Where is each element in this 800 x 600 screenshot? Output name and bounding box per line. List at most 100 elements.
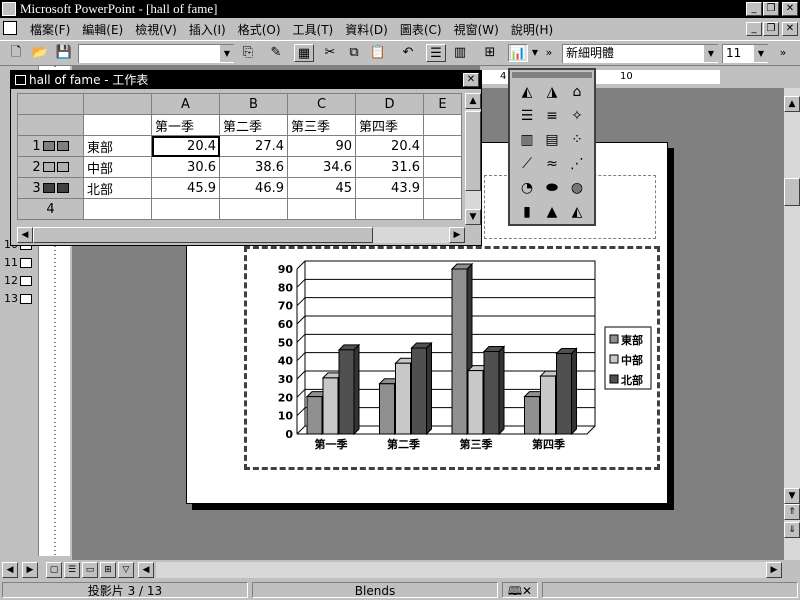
column-header[interactable]: D [355, 93, 424, 115]
doc-restore-button[interactable]: ❐ [763, 22, 779, 36]
column-header[interactable] [17, 93, 84, 115]
chevron-down-icon[interactable]: ▼ [704, 45, 718, 62]
chart-type-dropdown-icon[interactable]: ▼ [530, 44, 540, 62]
cell[interactable] [151, 198, 220, 220]
by-column-icon[interactable]: ▥ [450, 44, 470, 62]
slide-number[interactable]: 12 [0, 274, 18, 287]
open-icon[interactable]: 📂 [30, 44, 50, 62]
cell[interactable]: 中部 [83, 156, 152, 178]
scroll-down-button[interactable]: ▼ [784, 488, 800, 504]
scroll-down-button[interactable]: ▼ [465, 209, 481, 225]
cell[interactable] [83, 114, 152, 136]
row-header[interactable]: 3 [17, 177, 84, 199]
pie-chart-icon[interactable]: ◔ [516, 178, 538, 198]
cell[interactable]: 20.4 [355, 135, 424, 157]
scroll-left-button[interactable]: ◀ [2, 562, 18, 578]
3d-pie-chart-icon[interactable]: ⬬ [541, 178, 563, 198]
app-icon[interactable] [2, 2, 16, 16]
cell[interactable] [355, 198, 424, 220]
font-name-combo[interactable]: 新細明體 ▼ [562, 44, 718, 63]
font-size-combo[interactable]: 11 ▼ [722, 44, 768, 63]
column-chart-icon[interactable]: ▥ [516, 130, 538, 150]
3d-area-chart-icon[interactable]: ◮ [541, 82, 563, 102]
menu-item[interactable]: 資料(D) [339, 21, 394, 38]
scroll-up-button[interactable]: ▲ [465, 93, 481, 109]
menu-item[interactable]: 工具(T) [287, 21, 340, 38]
datasheet-titlebar[interactable]: hall of fame - 工作表 [11, 71, 481, 89]
cell[interactable]: 43.9 [355, 177, 424, 199]
more-buttons-icon[interactable]: » [542, 44, 556, 62]
scroll-thumb[interactable] [784, 178, 800, 206]
pyramid-chart-icon[interactable]: ◭ [566, 202, 588, 222]
slide-number[interactable]: 13 [0, 292, 18, 305]
line-chart-icon[interactable]: ⟋ [516, 154, 538, 174]
3d-line-chart-icon[interactable]: ≈ [541, 154, 563, 174]
name-box[interactable]: ▼ [78, 44, 234, 63]
cut-icon[interactable]: ✂ [320, 44, 340, 62]
cell[interactable]: 27.4 [219, 135, 288, 157]
3d-bar-chart-icon[interactable]: ≡ [541, 106, 563, 126]
cell[interactable] [83, 198, 152, 220]
cell[interactable]: 30.6 [151, 156, 220, 178]
chart-type-icon[interactable]: 📊 [508, 44, 528, 62]
new-icon[interactable]: 🗋 [6, 44, 26, 62]
import-file-icon[interactable]: ⎘ [238, 44, 258, 62]
view-datasheet-icon[interactable]: ▦ [294, 44, 314, 62]
restore-button[interactable]: ❐ [763, 2, 779, 16]
cell[interactable] [219, 198, 288, 220]
net-chart-icon[interactable]: ✧ [566, 106, 588, 126]
cell[interactable]: 90 [287, 135, 356, 157]
chevron-down-icon[interactable]: ▼ [754, 45, 768, 62]
row-header[interactable] [17, 114, 84, 136]
paste-icon[interactable]: 📋 [368, 44, 388, 62]
cell[interactable]: 第四季 [355, 114, 424, 136]
normal-view-icon[interactable]: ▢ [46, 562, 62, 578]
scroll-thumb[interactable] [465, 111, 481, 191]
cell[interactable]: 第三季 [287, 114, 356, 136]
menu-item[interactable]: 檢視(V) [129, 21, 183, 38]
menu-item[interactable]: 編輯(E) [76, 21, 129, 38]
scatter-chart-icon[interactable]: ⁘ [566, 130, 588, 150]
menu-item[interactable]: 插入(I) [183, 21, 232, 38]
save-icon[interactable]: 💾 [54, 44, 74, 62]
cell[interactable] [423, 177, 462, 199]
data-table-icon[interactable]: ⊞ [480, 44, 500, 62]
column-header[interactable]: C [287, 93, 356, 115]
row-header[interactable]: 2 [17, 156, 84, 178]
close-button[interactable]: ✕ [782, 2, 798, 16]
cell[interactable]: 38.6 [219, 156, 288, 178]
column-header[interactable] [83, 93, 152, 115]
menu-item[interactable]: 格式(O) [232, 21, 287, 38]
cell[interactable]: 北部 [83, 177, 152, 199]
column-header[interactable]: B [219, 93, 288, 115]
undo-icon[interactable]: ↶ [398, 44, 418, 62]
copy-icon[interactable]: ⧉ [344, 44, 364, 62]
menu-item[interactable]: 圖表(C) [394, 21, 448, 38]
3d-column-chart-icon[interactable]: ▤ [541, 130, 563, 150]
cell[interactable] [287, 198, 356, 220]
row-header[interactable]: 1 [17, 135, 84, 157]
cell[interactable]: 31.6 [355, 156, 424, 178]
scroll-up-button[interactable]: ▲ [784, 96, 800, 112]
datasheet-vscroll[interactable]: ▲ ▼ [465, 93, 481, 225]
cell[interactable]: 20.4 [151, 135, 220, 157]
scroll-right-button[interactable]: ▶ [449, 227, 465, 243]
cell[interactable] [423, 135, 462, 157]
cylinder-chart-icon[interactable]: ▮ [516, 202, 538, 222]
cell[interactable]: 第一季 [151, 114, 220, 136]
column-header[interactable]: E [423, 93, 462, 115]
slide-thumbnail-icon[interactable] [20, 276, 32, 286]
vertical-scrollbar[interactable]: ▲ ▼ ⇑ ⇓ [784, 88, 800, 560]
palette-drag-bar[interactable] [512, 72, 592, 78]
datasheet-window[interactable]: hall of fame - 工作表 ✕ A B C D E 第一季 第二季 第三季 第四季 1 東… [10, 70, 482, 246]
spelling-status-icon[interactable]: 🕮✕ [502, 582, 538, 598]
surface-chart-icon[interactable]: ⋰ [566, 154, 588, 174]
area-chart-icon[interactable]: ◭ [516, 82, 538, 102]
slide-thumbnail-icon[interactable] [20, 258, 32, 268]
hscroll-right-button[interactable]: ▶ [766, 562, 782, 578]
menu-item[interactable]: 視窗(W) [448, 21, 505, 38]
datasheet-close-button[interactable]: ✕ [463, 73, 479, 87]
chevron-down-icon[interactable]: ▼ [220, 45, 234, 62]
cell[interactable]: 34.6 [287, 156, 356, 178]
outline-view-icon[interactable]: ☰ [64, 562, 80, 578]
